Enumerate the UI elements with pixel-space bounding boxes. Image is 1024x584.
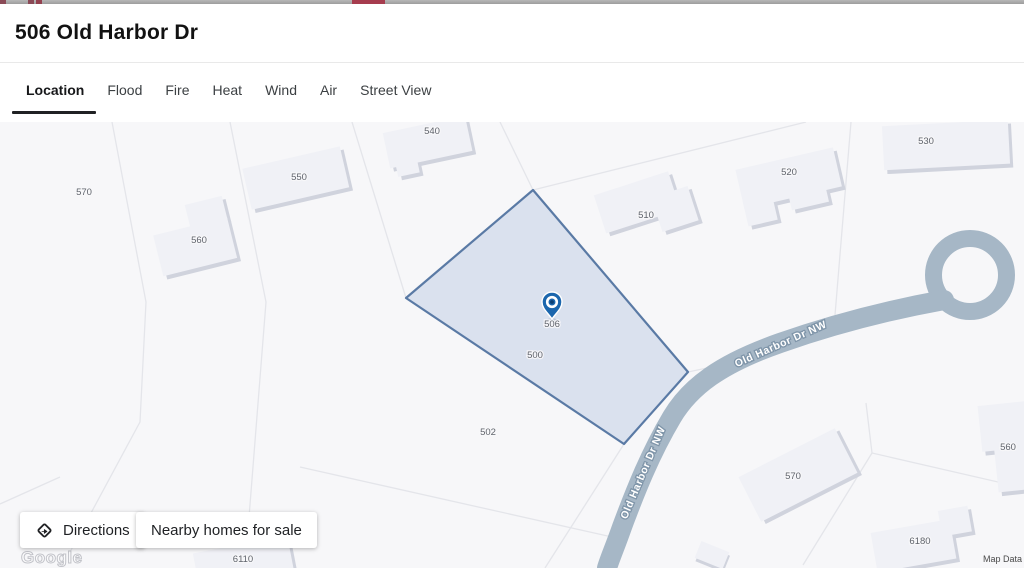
nearby-homes-button-label: Nearby homes for sale (151, 522, 302, 539)
tab-fire[interactable]: Fire (165, 64, 189, 116)
page-title: 506 Old Harbor Dr (0, 4, 1024, 45)
header: 506 Old Harbor Dr (0, 4, 1024, 63)
lot-label-500: 500 (527, 350, 543, 361)
tab-air[interactable]: Air (320, 64, 337, 116)
directions-button[interactable]: Directions (20, 512, 145, 548)
directions-button-label: Directions (63, 522, 130, 539)
lot-label-510: 510 (638, 210, 654, 221)
road-label-upper: Old Harbor Dr NW (733, 319, 829, 370)
pin-dot (550, 300, 554, 304)
google-logo[interactable]: Google (21, 548, 83, 567)
tab-heat[interactable]: Heat (213, 64, 243, 116)
pin-label: 506 (544, 319, 560, 330)
map-container: 570 560 550 540 510 520 530 502 500 570 … (0, 122, 1024, 568)
map-canvas[interactable]: 570 560 550 540 510 520 530 502 500 570 … (0, 122, 1024, 568)
lot-label-6110: 6110 (233, 554, 253, 565)
tab-wind[interactable]: Wind (265, 64, 297, 116)
tab-location[interactable]: Location (26, 64, 84, 116)
tab-street-view[interactable]: Street View (360, 64, 431, 116)
lot-label-550: 550 (291, 172, 307, 183)
tab-bar: Location Flood Fire Heat Wind Air Street… (0, 64, 1024, 116)
lot-label-520: 520 (781, 167, 797, 178)
building-520 (735, 147, 849, 231)
lot-label-6180: 6180 (909, 536, 930, 547)
lot-label-540: 540 (424, 126, 440, 137)
lot-label-530: 530 (918, 136, 934, 147)
tab-flood[interactable]: Flood (107, 64, 142, 116)
lot-label-570-left: 570 (76, 187, 92, 198)
nearby-homes-button[interactable]: Nearby homes for sale (136, 512, 317, 548)
building-partial (694, 541, 732, 568)
property-location-page: 506 Old Harbor Dr Location Flood Fire He… (0, 0, 1024, 584)
lot-label-502: 502 (480, 427, 496, 438)
lot-label-560-left: 560 (191, 235, 207, 246)
building-530 (882, 122, 1013, 174)
map-data-attribution: Map Data (983, 554, 1022, 564)
lot-label-570-right: 570 (785, 471, 801, 482)
lot-label-560-right: 560 (1000, 442, 1016, 453)
directions-icon (35, 521, 54, 540)
selected-parcel-506[interactable] (406, 190, 688, 444)
map-pin-506[interactable]: 506 (542, 292, 562, 330)
